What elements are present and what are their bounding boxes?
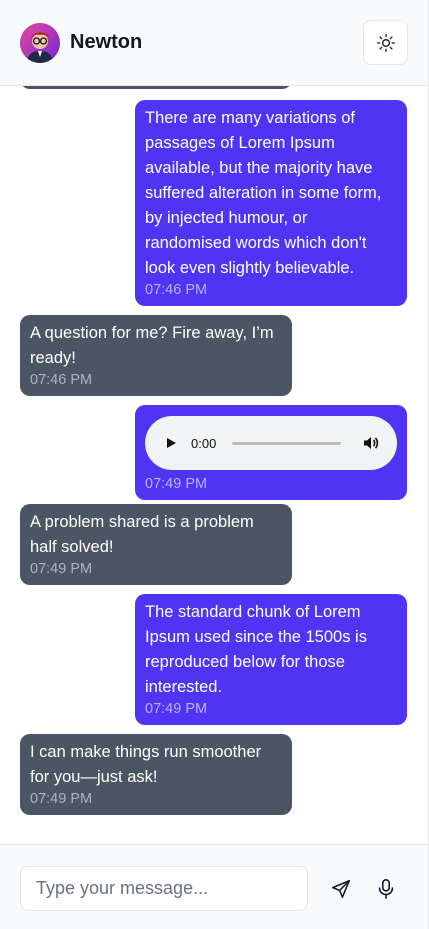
composer bbox=[0, 844, 428, 929]
chat-app: Newton There are many variations of pass… bbox=[0, 0, 429, 929]
play-icon[interactable] bbox=[165, 437, 177, 449]
send-button[interactable] bbox=[328, 876, 354, 902]
microphone-icon bbox=[378, 879, 394, 899]
message-bubble-user: The standard chunk of Lorem Ipsum used s… bbox=[135, 594, 407, 725]
header: Newton bbox=[0, 0, 428, 86]
message-bubble-user: There are many variations of passages of… bbox=[135, 100, 407, 306]
message-text: I can make things run smoother for you—j… bbox=[30, 743, 262, 786]
message-text: There are many variations of passages of… bbox=[145, 109, 382, 277]
message-time: 07:49 PM bbox=[145, 701, 208, 717]
message-bubble-bot bbox=[20, 86, 292, 89]
message-text: A question for me? Fire away, I’m ready! bbox=[30, 324, 274, 367]
message-bubble-user: 0:00 07:49 PM bbox=[135, 405, 407, 500]
send-icon bbox=[331, 879, 351, 899]
message-bubble-bot: A question for me? Fire away, I’m ready!… bbox=[20, 315, 292, 396]
audio-progress-track[interactable] bbox=[232, 441, 341, 445]
audio-player[interactable]: 0:00 bbox=[145, 416, 397, 470]
message-time: 07:49 PM bbox=[145, 476, 208, 492]
page-title: Newton bbox=[70, 31, 143, 53]
message-time: 07:49 PM bbox=[30, 791, 93, 807]
message-text: A problem shared is a problem half solve… bbox=[30, 513, 254, 556]
volume-icon[interactable] bbox=[363, 435, 379, 451]
message-text: The standard chunk of Lorem Ipsum used s… bbox=[145, 603, 367, 696]
audio-current-time: 0:00 bbox=[191, 435, 217, 451]
message-time: 07:46 PM bbox=[145, 282, 208, 298]
message-time: 07:46 PM bbox=[30, 372, 93, 388]
message-bubble-bot: I can make things run smoother for you—j… bbox=[20, 734, 292, 815]
message-time: 07:49 PM bbox=[30, 561, 93, 577]
sun-icon bbox=[376, 33, 395, 52]
avatar bbox=[20, 22, 60, 63]
microphone-button[interactable] bbox=[373, 876, 399, 902]
message-list[interactable]: There are many variations of passages of… bbox=[0, 86, 428, 844]
theme-toggle-button[interactable] bbox=[363, 20, 408, 65]
message-bubble-bot: A problem shared is a problem half solve… bbox=[20, 504, 292, 585]
message-input[interactable] bbox=[20, 866, 308, 911]
